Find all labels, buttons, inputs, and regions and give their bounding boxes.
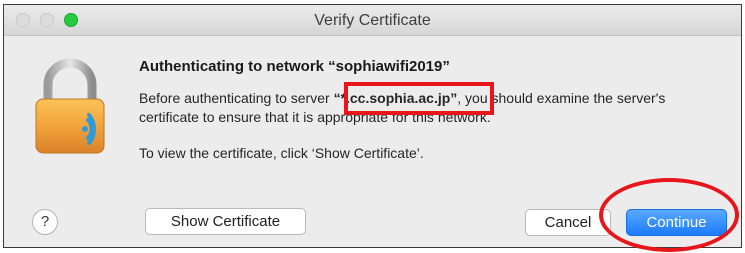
dialog-hint: To view the certificate, click ‘Show Cer… <box>139 145 424 161</box>
wifi-lock-icon <box>35 58 105 154</box>
continue-highlight-annotation <box>599 178 739 252</box>
message-text-start: Before authenticating to server <box>139 90 334 106</box>
title-bar[interactable]: Verify Certificate <box>4 5 741 36</box>
window-title: Verify Certificate <box>314 12 431 29</box>
dialog-heading: Authenticating to network “sophiawifi201… <box>139 58 450 75</box>
show-certificate-button[interactable]: Show Certificate <box>145 208 306 235</box>
help-button[interactable]: ? <box>32 209 58 235</box>
server-highlight-annotation <box>344 82 494 115</box>
